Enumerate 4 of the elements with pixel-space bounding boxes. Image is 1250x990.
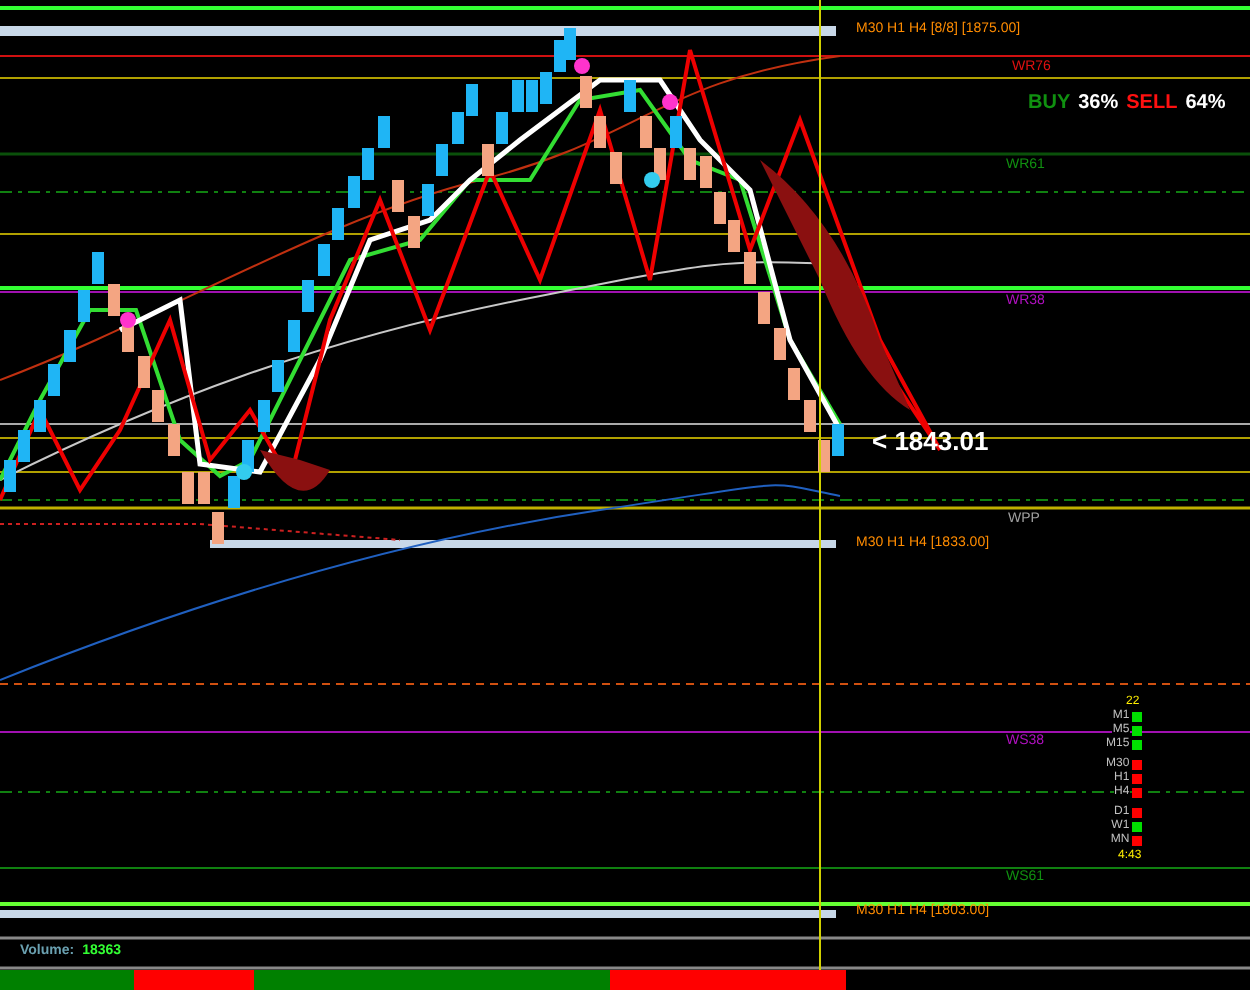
buy-label: BUY [1028,94,1071,114]
sell-label: SELL [1126,94,1178,114]
buy-percent: 36% [1078,94,1119,114]
sell-percent: 64% [1185,94,1226,114]
